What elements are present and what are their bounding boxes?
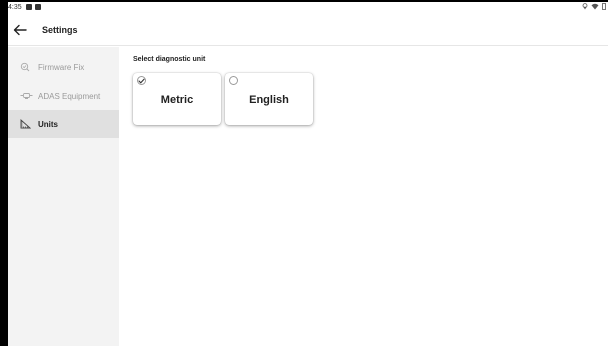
sidebar-item-adas-equipment[interactable]: ADAS Equipment (8, 82, 119, 110)
notification-icons (26, 4, 41, 10)
ruler-icon (20, 119, 34, 129)
back-button[interactable] (12, 22, 28, 38)
notification-icon (26, 4, 32, 10)
settings-sidebar: Firmware Fix ADAS Equipment Units (8, 47, 119, 346)
notification-icon (35, 4, 41, 10)
unit-option-english[interactable]: English (225, 73, 313, 125)
radio-unchecked[interactable] (229, 76, 238, 85)
app-bar: Settings (8, 15, 608, 46)
battery-icon (602, 3, 606, 10)
sidebar-item-units[interactable]: Units (8, 110, 119, 138)
check-icon (138, 78, 145, 83)
arrow-left-icon (13, 24, 27, 36)
wifi-icon (591, 3, 599, 10)
unit-option-label: English (249, 94, 289, 106)
radio-checked[interactable] (137, 76, 146, 85)
screen-bezel-left (0, 0, 8, 346)
sidebar-item-label: Units (38, 119, 58, 129)
location-icon (582, 3, 588, 10)
unit-option-label: Metric (160, 94, 194, 106)
page-title: Settings (42, 25, 78, 35)
sidebar-item-label: Firmware Fix (38, 62, 85, 72)
system-icons (582, 3, 606, 10)
sidebar-item-label: ADAS Equipment (38, 91, 101, 101)
units-panel: Select diagnostic unit Metric English (119, 47, 608, 346)
status-bar: 4:35 (8, 2, 608, 15)
section-title: Select diagnostic unit (133, 56, 206, 63)
sidebar-item-firmware-fix[interactable]: Firmware Fix (8, 53, 119, 81)
status-time: 4:35 (8, 4, 22, 11)
firmware-icon (20, 62, 34, 72)
adas-icon (20, 92, 34, 100)
settings-screen: 4:35 Settings Firmware Fix ADAS Equipmen… (8, 2, 608, 346)
unit-option-metric[interactable]: Metric (133, 73, 221, 125)
